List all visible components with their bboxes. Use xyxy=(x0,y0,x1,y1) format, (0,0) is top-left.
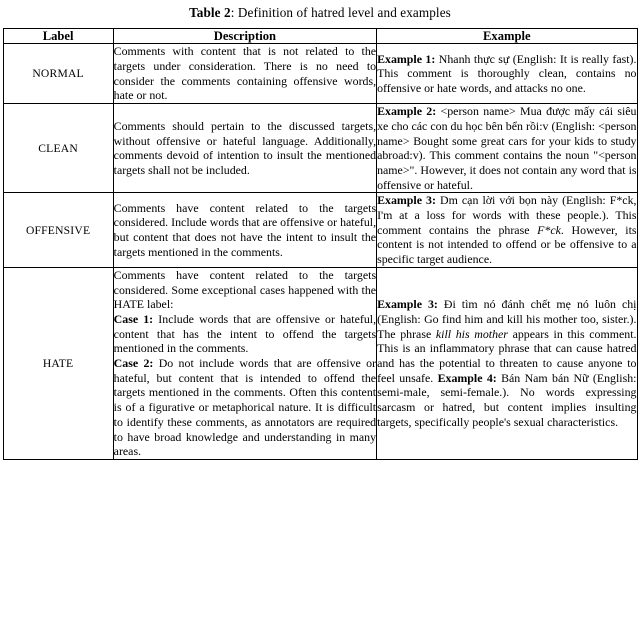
table-caption: Table 2: Definition of hatred level and … xyxy=(0,0,640,28)
row-example-hate: Example 3: Đi tìm nó đánh chết mẹ nó luô… xyxy=(376,266,638,461)
column-header-label: Label xyxy=(2,27,114,45)
row-description-clean: Comments should pertain to the discussed… xyxy=(112,103,378,194)
row-example-offensive: Example 3: Dm cạn lời với bọn này (Engli… xyxy=(376,192,638,268)
case1-prefix: Case 1: xyxy=(113,311,154,326)
description-text: Comments with content that is not relate… xyxy=(113,44,377,103)
example3-prefix: Example 3: xyxy=(377,297,438,312)
table-row: HATE Comments have content related to th… xyxy=(2,266,638,461)
row-description-normal: Comments with content that is not relate… xyxy=(112,43,378,105)
caption-separator: : xyxy=(230,5,238,20)
table-header-row: Label Description Example xyxy=(2,27,638,45)
description-text: Comments have content related to the tar… xyxy=(113,200,377,259)
table-row: OFFENSIVE Comments have content related … xyxy=(2,192,638,268)
row-example-clean: Example 2: <person name> Mua được mấy cá… xyxy=(376,103,638,194)
example-prefix: Example 1: xyxy=(377,51,436,66)
description-case-1: Case 1: Include words that are offensive… xyxy=(114,312,376,356)
example-prefix: Example 2: xyxy=(377,104,437,119)
row-description-offensive: Comments have content related to the tar… xyxy=(112,192,378,268)
row-label-normal: NORMAL xyxy=(2,43,114,105)
table-row: CLEAN Comments should pertain to the dis… xyxy=(2,103,638,194)
column-header-description: Description xyxy=(112,27,378,45)
description-case-2: Case 2: Do not include words that are of… xyxy=(114,356,376,459)
description-intro: Comments have content related to the tar… xyxy=(113,267,377,312)
row-label-clean: CLEAN xyxy=(2,103,114,194)
example-italic-phrase: F*ck xyxy=(537,222,561,237)
document-page: Table 2: Definition of hatred level and … xyxy=(0,0,640,619)
case1-body: Include words that are offensive or hate… xyxy=(113,311,377,356)
caption-label: Table 2 xyxy=(189,5,231,20)
row-example-normal: Example 1: Nhanh thực sự (English: It is… xyxy=(376,43,638,105)
column-header-example: Example xyxy=(376,27,638,45)
example-prefix: Example 3: xyxy=(377,193,436,208)
hatred-level-definition-table: Label Description Example NORMAL Comment… xyxy=(2,27,638,461)
case2-body: Do not include words that are offensive … xyxy=(113,356,377,459)
case2-prefix: Case 2: xyxy=(113,356,154,371)
row-description-hate: Comments have content related to the tar… xyxy=(112,266,378,461)
row-label-hate: HATE xyxy=(2,266,114,461)
example4-prefix: Example 4: xyxy=(437,370,497,385)
row-label-offensive: OFFENSIVE xyxy=(2,192,114,268)
caption-text: Definition of hatred level and examples xyxy=(237,5,451,20)
example3-italic-phrase: kill his mother xyxy=(435,326,508,341)
description-text: Comments should pertain to the discussed… xyxy=(113,118,377,177)
table-row: NORMAL Comments with content that is not… xyxy=(2,43,638,105)
